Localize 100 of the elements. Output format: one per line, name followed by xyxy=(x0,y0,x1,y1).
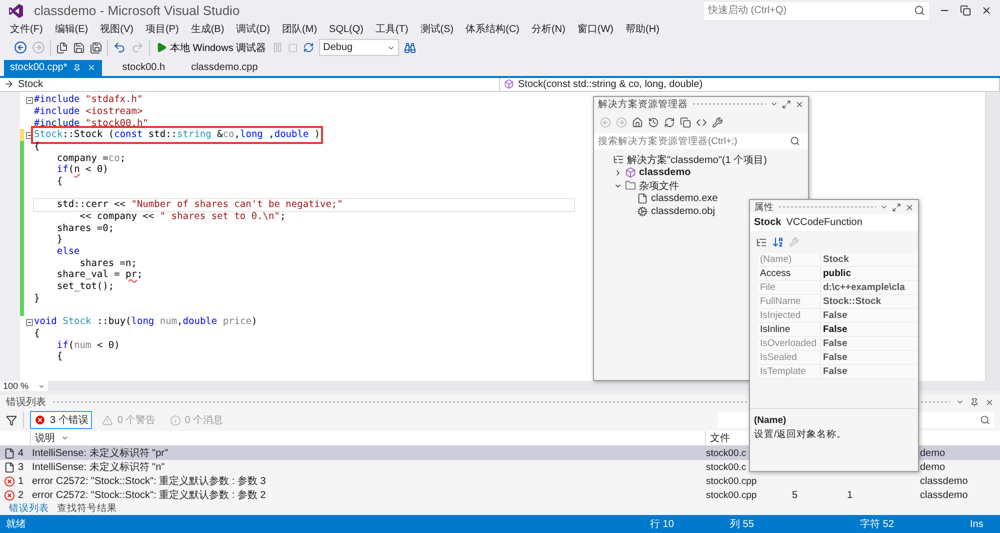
caret-icon[interactable] xyxy=(880,203,888,211)
arrow-icon xyxy=(4,79,14,90)
description-title: (Name) xyxy=(754,415,788,426)
menu-item[interactable]: 生成(B) xyxy=(184,22,230,36)
error-row[interactable]: 3 IntelliSense: 未定义标识符 "n" stock00.c demo xyxy=(0,460,1000,474)
wrench-icon[interactable] xyxy=(712,116,723,128)
property-name[interactable]: Access xyxy=(758,267,820,281)
code-icon[interactable] xyxy=(696,116,707,128)
table-cell-text: stock00.cpp xyxy=(705,490,758,501)
property-value[interactable]: Stock::Stock xyxy=(820,295,918,309)
menu-item[interactable]: 分析(N) xyxy=(526,22,572,36)
scope-dropdown[interactable]: Stock xyxy=(0,78,500,92)
restart-icon[interactable] xyxy=(303,42,314,54)
code-line: company =co; xyxy=(56,152,126,164)
error-icon xyxy=(34,414,46,426)
menu-item[interactable]: 文件(F) xyxy=(4,22,49,36)
file-tab[interactable]: stock00.h xyxy=(116,60,172,76)
table-cell-text: stock00.c xyxy=(705,448,748,459)
tree-item[interactable]: classdemo xyxy=(639,167,691,178)
error-row[interactable]: 2 error C2572: "Stock::Stock": 重定义默认参数 : 参数 2 stock00.cpp 5 1 classdemo xyxy=(0,488,1000,502)
new-project-icon[interactable] xyxy=(56,42,68,54)
table-cell-text: IntelliSense: 未定义标识符 "n" xyxy=(31,460,166,474)
menu-item[interactable]: 调试(D) xyxy=(230,22,276,36)
error-row[interactable]: 1 error C2572: "Stock::Stock": 重定义默认参数 : 参数 3 stock00.cpp classdemo xyxy=(0,474,1000,488)
column-header[interactable]: 文件 xyxy=(705,431,745,446)
caret-icon[interactable] xyxy=(770,100,778,108)
property-value[interactable]: d:\c++example\cla xyxy=(820,281,918,295)
collapse-all-icon[interactable] xyxy=(680,116,691,128)
property-value[interactable]: False xyxy=(820,337,918,351)
object-name: Stock xyxy=(754,217,782,228)
start-debugging-button[interactable]: 本地 Windows 调试器 xyxy=(155,40,268,56)
close-icon[interactable] xyxy=(905,202,914,212)
property-value[interactable]: False xyxy=(820,351,918,365)
close-icon[interactable] xyxy=(981,5,992,16)
restore-icon[interactable] xyxy=(960,5,971,16)
table-cell-text: 5 xyxy=(791,490,799,501)
tree-item[interactable]: 解决方案"classdemo"(1 个项目) xyxy=(627,152,767,166)
info-icon xyxy=(170,414,181,426)
undo-icon[interactable] xyxy=(113,41,126,54)
code-line: if(n < 0) xyxy=(56,164,108,176)
tree-item[interactable]: classdemo.obj xyxy=(651,206,715,217)
property-value[interactable]: public xyxy=(820,267,918,281)
panel-tab[interactable]: 查找符号结果 xyxy=(54,502,120,516)
menu-item[interactable]: 体系结构(C) xyxy=(460,22,526,36)
search-icon[interactable] xyxy=(914,5,925,16)
menu-item[interactable]: 帮助(H) xyxy=(620,22,666,36)
refresh-icon[interactable] xyxy=(664,116,675,128)
code-line: share_val = pr; xyxy=(56,269,143,282)
menu-item[interactable]: 窗口(W) xyxy=(571,22,620,36)
maximize-icon[interactable] xyxy=(782,100,791,108)
panel-tab[interactable]: 错误列表 xyxy=(6,502,52,516)
fold-icon[interactable] xyxy=(26,318,33,326)
code-line: shares =0; xyxy=(56,222,114,234)
save-icon[interactable] xyxy=(73,42,85,54)
save-all-icon[interactable] xyxy=(90,42,102,54)
member-dropdown[interactable]: Stock(const std::string & co, long, double) xyxy=(500,78,1000,92)
code-line: #include "stock00.h" xyxy=(34,118,148,130)
filter-toggle[interactable]: 3 个错误 xyxy=(30,411,92,430)
menu-item[interactable]: 项目(P) xyxy=(139,22,185,36)
scrollbar[interactable] xyxy=(985,92,1000,381)
history-icon[interactable] xyxy=(648,116,659,128)
play-icon xyxy=(156,42,167,54)
pin-icon[interactable] xyxy=(970,398,979,407)
close-icon[interactable] xyxy=(795,100,804,108)
fold-icon[interactable] xyxy=(26,96,33,104)
code-line: { xyxy=(56,176,63,188)
home-icon[interactable] xyxy=(632,116,643,128)
search-icon[interactable] xyxy=(790,136,800,146)
warning-icon xyxy=(102,414,114,426)
menu-item[interactable]: SQL(Q) xyxy=(323,24,370,35)
property-value[interactable]: Stock xyxy=(820,253,918,267)
table-cell-text: 1 xyxy=(846,490,854,501)
configuration-dropdown[interactable]: Debug xyxy=(319,39,400,56)
zoom-dropdown[interactable]: 100 % xyxy=(0,380,48,392)
filter-icon[interactable] xyxy=(6,414,17,426)
close-icon[interactable] xyxy=(985,398,994,407)
file-tab[interactable]: stock00.cpp* xyxy=(4,60,102,76)
menu-item[interactable]: 编辑(E) xyxy=(48,22,94,36)
sort-icon[interactable] xyxy=(772,236,784,248)
menu-item[interactable]: 测试(S) xyxy=(414,22,460,36)
menu-item[interactable]: 视图(V) xyxy=(94,22,140,36)
row-number: 3 xyxy=(18,462,24,473)
maximize-icon[interactable] xyxy=(892,202,901,212)
menu-item[interactable]: 工具(T) xyxy=(370,22,414,36)
menu-item[interactable]: 团队(M) xyxy=(276,22,324,36)
property-value[interactable]: False xyxy=(820,309,918,323)
back-icon[interactable] xyxy=(14,41,27,54)
tree-item[interactable]: 杂项文件 xyxy=(639,178,679,192)
code-line: { xyxy=(56,351,63,363)
property-value[interactable]: False xyxy=(820,323,918,337)
column-header[interactable]: 说明 xyxy=(30,431,705,446)
pin-icon[interactable] xyxy=(73,64,82,72)
file-tab[interactable]: classdemo.cpp xyxy=(185,60,264,76)
categorized-icon[interactable] xyxy=(756,236,767,248)
search-icon[interactable] xyxy=(980,415,990,426)
property-name[interactable]: IsInline xyxy=(758,323,820,337)
tree-item[interactable]: classdemo.exe xyxy=(651,193,718,204)
find-icon[interactable] xyxy=(404,42,416,54)
fold-icon[interactable] xyxy=(26,132,33,139)
property-value[interactable]: False xyxy=(820,365,918,379)
